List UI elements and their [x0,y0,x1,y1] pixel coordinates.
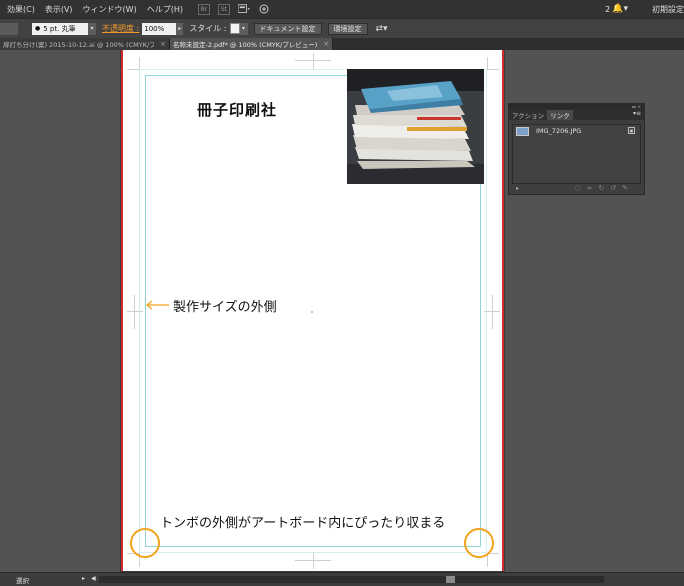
workspace-switcher[interactable]: 初期設定 [638,4,684,15]
crop-mark [139,57,140,69]
notification-count: 2 [605,4,611,14]
arrange-icon[interactable]: ⇄▾ [376,24,388,34]
crop-mark [313,553,314,569]
show-options-icon[interactable]: ▸ [516,185,519,192]
stock-icon[interactable]: St [217,3,230,15]
panel-footer: ▸ ◌∞↻↺✎ [509,183,644,194]
scrollbar-thumb[interactable] [446,576,455,583]
menu-view[interactable]: 表示(V) [40,4,78,15]
crop-mark [487,69,499,70]
menu-window[interactable]: ウィンドウ(W) [78,4,142,15]
placed-image-books[interactable] [347,69,484,184]
opacity-slider-button[interactable]: ▸ [176,22,184,35]
tab-document-2[interactable]: 名称未設定-2.pdf* @ 100% (CMYK/プレビュー) × [170,38,334,50]
annotation-outside-size: 製作サイズの外側 [173,300,277,315]
bridge-icon[interactable]: Br [197,3,210,15]
tab-label: 名称未設定-2.pdf* @ 100% (CMYK/プレビュー) [173,41,318,49]
status-bar: 選択 ▸ ◀ [0,572,684,586]
brush-dropdown-button[interactable]: ▾ [88,22,96,35]
document-tab-bar: 扉打ち分け(案) 2015-10-12.ai @ 100% (CMYK/プレビュ… [0,38,684,50]
preferences-button[interactable]: 環境設定 [327,22,368,35]
links-list: IMG_7206.JPG ▣ [512,124,641,184]
crop-mark [492,295,493,329]
control-bar-stub [0,22,18,35]
list-item[interactable]: IMG_7206.JPG ▣ [513,125,640,137]
style-label: スタイル : [189,24,227,33]
links-panel: ▸▸ × アクション リンク ▾≡ IMG_7206.JPG ▣ ▸ ◌∞↻↺✎ [508,103,645,195]
menu-help[interactable]: ヘルプ(H) [142,4,188,15]
bell-icon[interactable]: 🔔▾ [612,4,628,14]
annotation-trim-fit: トンボの外側がアートボード内にぴったり収まる [160,516,446,531]
document-title-text[interactable]: 冊子印刷社 [197,99,277,120]
close-icon[interactable]: × [160,40,166,48]
crop-mark [313,53,314,69]
crop-mark [487,57,488,69]
brush-definition-field[interactable]: ● 5 pt. 丸筆 [32,22,88,35]
embedded-icon: ▣ [628,127,635,134]
arrow-left-icon [146,300,169,310]
crop-mark [134,295,135,329]
scroll-left-icon[interactable]: ◀ [91,575,96,582]
crop-mark [127,69,139,70]
brush-definition-value: 5 pt. 丸筆 [43,24,76,33]
tab-actions[interactable]: アクション [509,110,547,120]
artboard-center-marker [311,311,313,313]
tab-document-1[interactable]: 扉打ち分け(案) 2015-10-12.ai @ 100% (CMYK/プレビュ… [0,38,170,50]
close-icon[interactable]: × [323,40,329,48]
status-menu-icon[interactable]: ▸ [82,575,85,582]
opacity-label[interactable]: 不透明度 : [102,23,139,34]
panel-menu-icon[interactable]: ▾≡ [633,110,641,117]
highlight-circle-left [130,528,160,558]
brush-dot-icon: ● [35,25,41,32]
highlight-circle-right [464,528,494,558]
status-tool-name[interactable]: 選択 [16,575,29,585]
link-thumbnail [516,126,529,136]
opacity-input[interactable]: 100% [142,22,177,35]
panel-tabs: アクション リンク ▾≡ [509,109,644,120]
link-filename: IMG_7206.JPG [536,127,582,135]
crop-mark [127,311,143,312]
graphic-style-swatch[interactable] [229,23,240,34]
tab-links[interactable]: リンク [547,110,573,120]
style-dropdown-button[interactable]: ▾ [239,22,248,35]
control-bar: ● 5 pt. 丸筆 ▾ 不透明度 : 100% ▸ スタイル : ▾ ドキュメ… [0,18,684,38]
document-setup-button[interactable]: ドキュメント設定 [253,22,322,35]
arrange-documents-icon[interactable] [237,4,250,15]
horizontal-scrollbar[interactable] [99,576,604,583]
menu-bar: 効果(C) 表示(V) ウィンドウ(W) ヘルプ(H) Br St 2 🔔▾ 初… [0,0,684,18]
link-actions-icons[interactable]: ◌∞↻↺✎ [574,184,634,192]
menu-effect[interactable]: 効果(C) [0,4,40,15]
gpu-performance-icon[interactable] [258,4,270,15]
tab-label: 扉打ち分け(案) 2015-10-12.ai @ 100% (CMYK/プレビュ… [3,41,155,49]
